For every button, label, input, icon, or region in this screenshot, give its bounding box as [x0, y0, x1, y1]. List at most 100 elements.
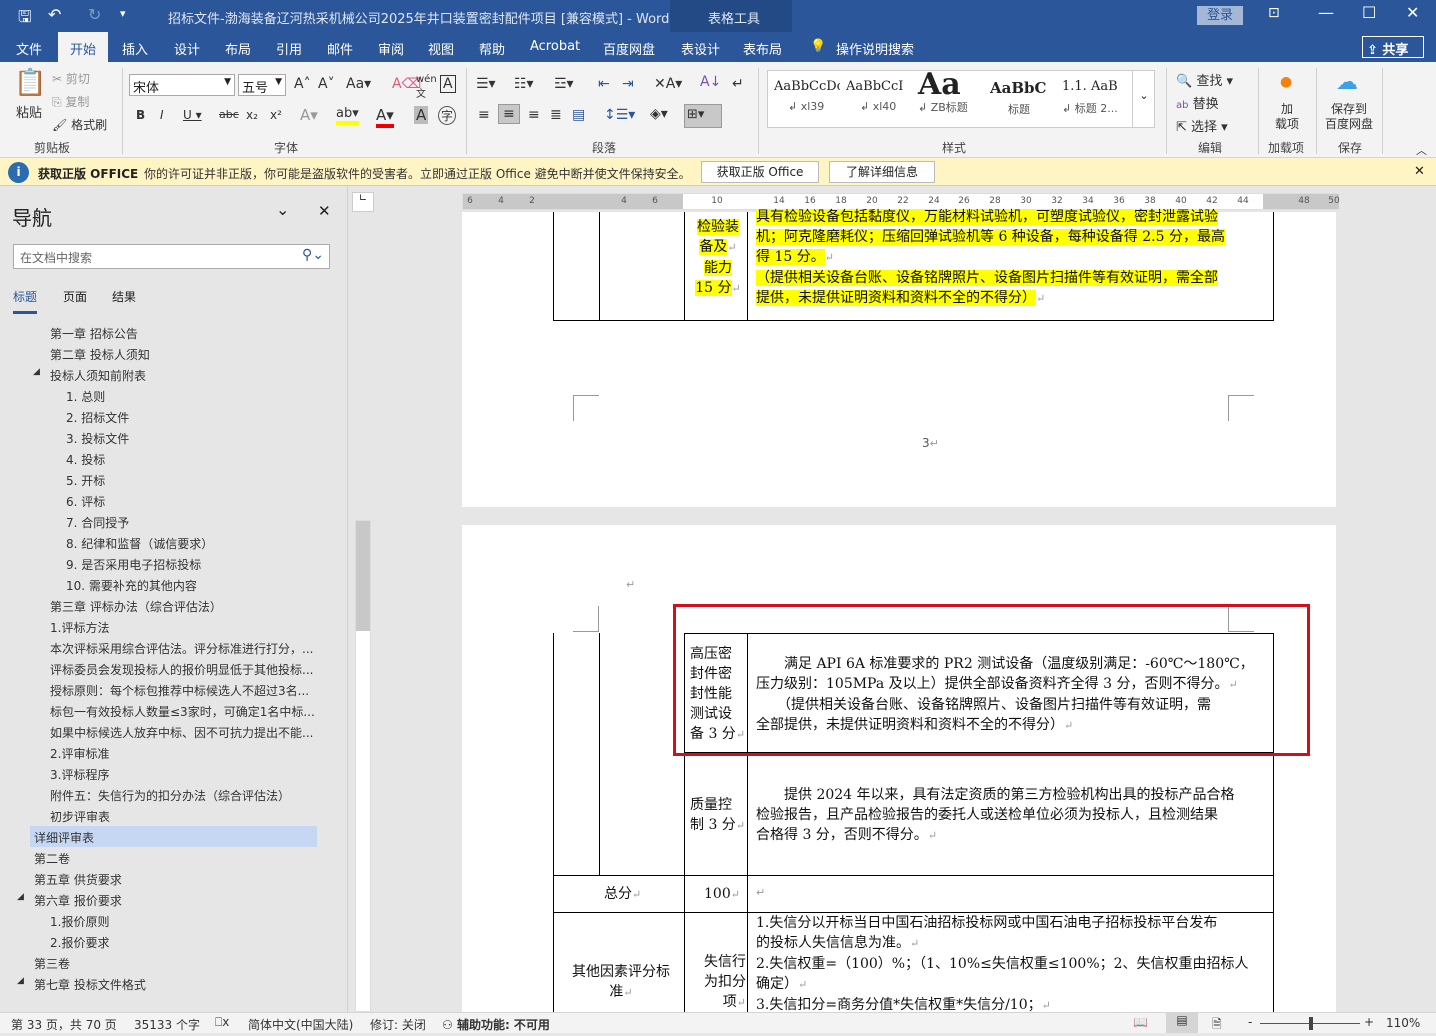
- nav-tab-headings[interactable]: 标题: [13, 288, 38, 314]
- nav-heading-item[interactable]: 如果中标候选人放弃中标、因不可抗力提出不能...: [50, 724, 313, 741]
- align-left-icon[interactable]: ≡: [478, 107, 490, 123]
- nav-heading-item[interactable]: 7. 合同授予: [66, 514, 129, 531]
- save-icon[interactable]: 🖫: [18, 6, 32, 33]
- nav-heading-item[interactable]: 评标委员会发现投标人的报价明显低于其他投标...: [50, 661, 313, 678]
- nav-heading-item[interactable]: 10. 需要补充的其他内容: [66, 577, 197, 594]
- track-changes-status[interactable]: 修订: 关闭: [370, 1016, 426, 1033]
- baidu-netdisk-icon[interactable]: ☁: [1336, 70, 1358, 95]
- expand-arrow-icon[interactable]: ◢: [17, 976, 24, 986]
- tab-home[interactable]: 开始: [58, 32, 109, 62]
- page-count[interactable]: 第 33 页，共 70 页: [11, 1016, 117, 1033]
- multilevel-list-icon[interactable]: ☲▾: [554, 76, 574, 92]
- nav-tab-results[interactable]: 结果: [112, 288, 136, 305]
- distributed-icon[interactable]: ▤: [572, 107, 585, 123]
- search-icon[interactable]: ⚲⌄: [302, 247, 324, 263]
- nav-heading-item[interactable]: 投标人须知前附表: [50, 367, 146, 384]
- tab-references[interactable]: 引用: [276, 39, 302, 58]
- decrease-indent-icon[interactable]: ⇤: [598, 76, 610, 92]
- tab-review[interactable]: 审阅: [378, 39, 404, 58]
- login-button[interactable]: 登录: [1197, 6, 1243, 25]
- tab-table-design[interactable]: 表设计: [681, 39, 720, 58]
- italic-button[interactable]: I: [160, 108, 164, 122]
- nav-heading-item[interactable]: 2.报价要求: [50, 934, 109, 951]
- find-button[interactable]: 🔍 查找 ▾: [1176, 70, 1233, 89]
- increase-indent-icon[interactable]: ⇥: [622, 76, 634, 92]
- zoom-out-button[interactable]: -: [1248, 1015, 1252, 1029]
- expand-arrow-icon[interactable]: ◢: [17, 892, 24, 902]
- nav-options-icon[interactable]: ⌄: [276, 200, 289, 219]
- tab-table-layout[interactable]: 表布局: [743, 39, 782, 58]
- word-count[interactable]: 35133 个字: [134, 1016, 200, 1033]
- tab-acrobat[interactable]: Acrobat: [530, 39, 580, 54]
- tab-file[interactable]: 文件: [16, 39, 42, 58]
- chinese-layout-icon[interactable]: ✕A▾: [654, 76, 682, 92]
- nav-heading-item[interactable]: 2.评审标准: [50, 745, 109, 762]
- style-title[interactable]: AaBbC 标题: [990, 79, 1052, 117]
- align-right-icon[interactable]: ≡: [528, 107, 540, 123]
- read-mode-icon[interactable]: 📖: [1133, 1015, 1148, 1029]
- proofing-icon[interactable]: ⎕x: [215, 1015, 229, 1030]
- nav-heading-item[interactable]: 第二章 投标人须知: [50, 346, 150, 363]
- nav-heading-item[interactable]: 第二卷: [34, 850, 70, 867]
- replace-button[interactable]: ab 替换: [1176, 93, 1219, 112]
- style-zb-title[interactable]: Aa ↲ ZB标题: [918, 67, 988, 115]
- maximize-icon[interactable]: ☐: [1362, 3, 1376, 22]
- nav-heading-item[interactable]: 1.报价原则: [50, 913, 109, 930]
- collapse-ribbon-icon[interactable]: ︿: [1416, 142, 1427, 158]
- tab-selector[interactable]: ∟: [352, 192, 374, 212]
- paste-icon[interactable]: 📋: [14, 68, 46, 98]
- sort-icon[interactable]: A↓: [700, 74, 721, 90]
- nav-heading-item[interactable]: 详细评审表: [34, 829, 94, 846]
- nav-heading-item[interactable]: 标包一有效投标人数量≤3家时，可确定1名中标...: [50, 703, 315, 720]
- nav-heading-item[interactable]: 2. 招标文件: [66, 409, 129, 426]
- styles-more-icon[interactable]: ⌄: [1132, 71, 1155, 127]
- style-xl39[interactable]: AaBbCcDc ↲ xl39: [774, 79, 840, 113]
- redo-icon[interactable]: ↻: [88, 5, 101, 24]
- strikethrough-button[interactable]: abc: [219, 108, 239, 121]
- cut-button[interactable]: ✂ 剪切: [52, 70, 90, 87]
- tell-me-search[interactable]: 操作说明搜索: [836, 39, 914, 58]
- change-case-icon[interactable]: Aa▾: [346, 76, 371, 92]
- nav-heading-item[interactable]: 本次评标采用综合评估法。评分标准进行打分，...: [50, 640, 313, 657]
- nav-heading-item[interactable]: 9. 是否采用电子招标投标: [66, 556, 201, 573]
- select-button[interactable]: ⇱ 选择 ▾: [1176, 116, 1228, 135]
- nav-heading-item[interactable]: 6. 评标: [66, 493, 105, 510]
- nav-heading-item[interactable]: 1. 总则: [66, 388, 105, 405]
- nav-heading-item[interactable]: 4. 投标: [66, 451, 105, 468]
- line-spacing-icon[interactable]: ↕☰▾: [604, 107, 635, 123]
- nav-heading-item[interactable]: 第三卷: [34, 955, 70, 972]
- vertical-ruler[interactable]: [355, 520, 371, 1012]
- addin-icon[interactable]: ●: [1280, 74, 1292, 90]
- shrink-font-icon[interactable]: A˅: [318, 76, 335, 92]
- expand-arrow-icon[interactable]: ◢: [33, 367, 40, 377]
- shading-icon[interactable]: ◈▾: [650, 106, 668, 122]
- phonetic-guide-icon[interactable]: wén 文: [416, 74, 437, 100]
- paste-button[interactable]: 粘贴: [16, 102, 42, 121]
- grow-font-icon[interactable]: A˄: [294, 76, 311, 92]
- nav-heading-item[interactable]: 初步评审表: [50, 808, 110, 825]
- nav-heading-item[interactable]: 5. 开标: [66, 472, 105, 489]
- tab-layout[interactable]: 布局: [225, 39, 251, 58]
- nav-heading-item[interactable]: 3.评标程序: [50, 766, 109, 783]
- nav-heading-item[interactable]: 3. 投标文件: [66, 430, 129, 447]
- tab-baidu[interactable]: 百度网盘: [603, 39, 655, 58]
- print-layout-icon[interactable]: ▤: [1166, 1013, 1198, 1033]
- nav-tab-pages[interactable]: 页面: [63, 288, 87, 305]
- underline-button[interactable]: U ▾: [183, 108, 202, 122]
- style-heading2[interactable]: 1.1. AaB ↲ 标题 2...: [1062, 79, 1128, 116]
- show-marks-icon[interactable]: ↵: [732, 76, 744, 92]
- char-shading-icon[interactable]: A: [414, 106, 429, 124]
- zoom-slider-thumb[interactable]: [1309, 1017, 1313, 1030]
- minimize-icon[interactable]: —: [1318, 3, 1334, 22]
- nav-heading-item[interactable]: 附件五：失信行为的扣分办法（综合评估法）: [50, 787, 290, 804]
- nav-heading-item[interactable]: 授标原则：每个标包推荐中标候选人不超过3名...: [50, 682, 309, 699]
- subscript-button[interactable]: x₂: [246, 108, 258, 122]
- nav-search-input[interactable]: 在文档中搜索 ⚲⌄: [13, 244, 330, 269]
- font-name-select[interactable]: 宋体 ▼: [129, 74, 235, 96]
- numbering-icon[interactable]: ☷▾: [514, 76, 534, 92]
- save-to-baidu-button[interactable]: 保存到 百度网盘: [1325, 102, 1373, 132]
- bold-button[interactable]: B: [136, 108, 145, 122]
- char-border-icon[interactable]: A: [440, 75, 456, 93]
- highlight-icon[interactable]: ab▾: [336, 106, 359, 125]
- nav-heading-item[interactable]: 1.评标方法: [50, 619, 109, 636]
